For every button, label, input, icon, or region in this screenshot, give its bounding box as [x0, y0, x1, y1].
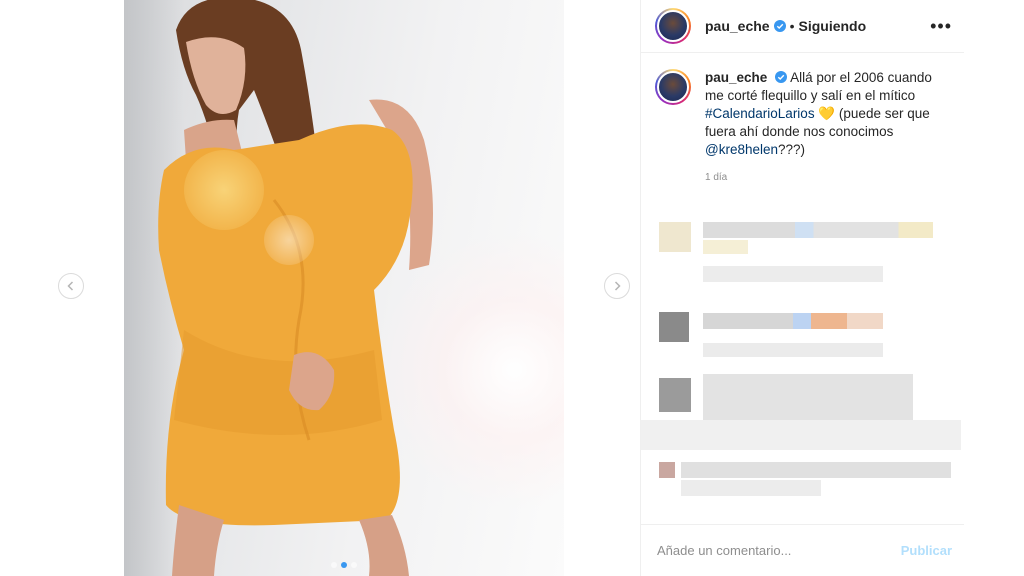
woman-in-yellow-dress-illustration — [158, 0, 433, 576]
blurred-comment — [703, 343, 883, 357]
blurred-comment — [703, 313, 883, 329]
flare-orb — [264, 215, 314, 265]
caption-text-end: ???) — [778, 142, 806, 157]
post-header: pau_eche • Siguiendo ••• — [641, 0, 964, 53]
following-button[interactable]: Siguiendo — [799, 18, 867, 34]
comment-composer: Añade un comentario... Publicar — [641, 524, 964, 576]
next-media-button[interactable] — [604, 273, 630, 299]
blurred-comment — [659, 222, 691, 252]
yellow-heart-emoji: 💛 — [818, 106, 836, 121]
carousel-dot — [331, 562, 337, 568]
post-side-panel: pau_eche • Siguiendo ••• pau_eche Allá p… — [640, 0, 964, 576]
verified-badge-icon — [773, 20, 786, 32]
username-link[interactable]: pau_eche — [705, 18, 770, 34]
caption-avatar[interactable] — [655, 69, 691, 105]
blurred-comment — [659, 378, 691, 412]
avatar[interactable] — [655, 8, 691, 44]
post-photo[interactable] — [124, 0, 564, 576]
blurred-comment — [641, 420, 961, 450]
separator-dot: • — [789, 18, 795, 34]
carousel-dot-active — [341, 562, 347, 568]
mention-link[interactable]: @kre8helen — [705, 142, 778, 157]
chevron-left-icon — [67, 281, 74, 291]
caption-text: pau_eche Allá por el 2006 cuando me cort… — [705, 69, 952, 187]
blurred-comment — [703, 374, 913, 420]
post-caption: pau_eche Allá por el 2006 cuando me cort… — [641, 53, 964, 187]
post-timestamp[interactable]: 1 día — [705, 169, 952, 187]
previous-media-button[interactable] — [58, 273, 84, 299]
more-options-icon[interactable]: ••• — [930, 17, 952, 35]
blurred-comment — [681, 462, 951, 478]
avatar-image — [657, 10, 689, 42]
carousel-indicator — [124, 562, 564, 568]
blurred-comment — [659, 462, 675, 478]
avatar-image — [657, 71, 689, 103]
blurred-comment — [681, 480, 821, 496]
blurred-comment — [703, 240, 748, 254]
hashtag-link[interactable]: #CalendarioLarios — [705, 106, 815, 121]
carousel-dot — [351, 562, 357, 568]
comment-input[interactable]: Añade un comentario... — [657, 543, 791, 558]
flare-orb — [184, 150, 264, 230]
blurred-comment — [659, 312, 689, 342]
chevron-right-icon — [614, 281, 621, 291]
blurred-comment — [703, 222, 933, 238]
verified-badge-icon — [775, 71, 788, 83]
caption-username-link[interactable]: pau_eche — [705, 70, 767, 85]
blurred-comment — [703, 266, 883, 282]
publish-button[interactable]: Publicar — [901, 543, 952, 558]
